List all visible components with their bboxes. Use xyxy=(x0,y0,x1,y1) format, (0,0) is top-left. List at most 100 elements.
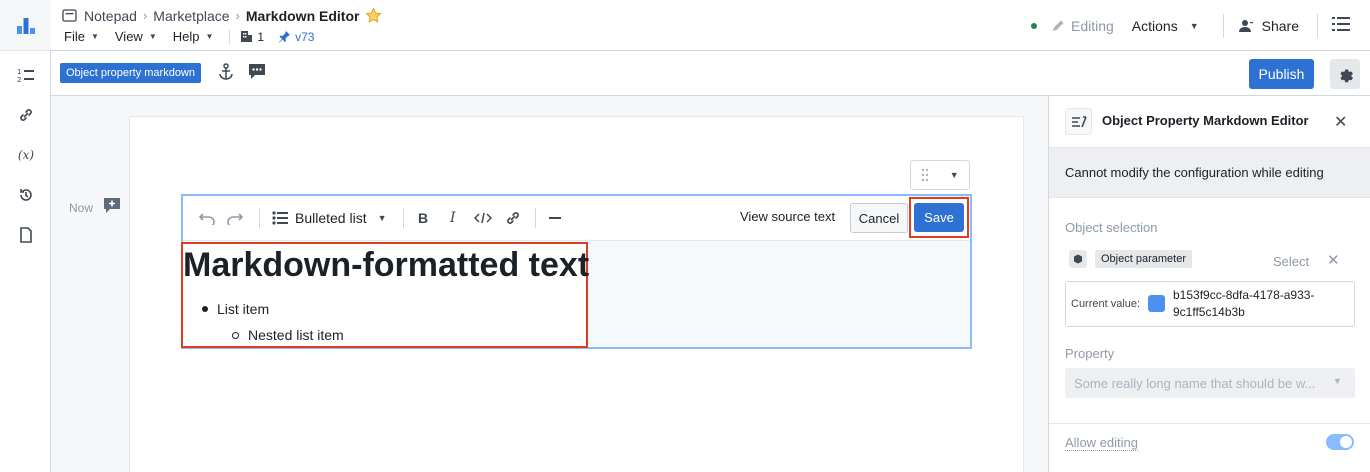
clear-icon[interactable]: ✕ xyxy=(1327,251,1340,269)
pencil-icon xyxy=(1052,20,1064,31)
anchor-icon[interactable] xyxy=(218,63,234,84)
redo-icon[interactable] xyxy=(226,208,244,228)
link-icon[interactable] xyxy=(13,102,39,128)
editing-label: Editing xyxy=(1070,17,1114,34)
numbered-list-icon[interactable]: 12 xyxy=(13,62,39,88)
allow-editing-toggle[interactable] xyxy=(1326,434,1354,450)
bulleted-list-icon xyxy=(272,211,288,225)
menu-file[interactable]: File ▼ xyxy=(64,29,99,44)
menu-bar: File ▼ View ▼ Help ▼ 1 v73 xyxy=(64,29,328,44)
caret-down-icon: ▼ xyxy=(1333,376,1342,386)
nested-list-item: Nested list item xyxy=(232,327,344,343)
editor-body[interactable]: Markdown-formatted text List item Nested… xyxy=(181,241,970,348)
bold-icon[interactable]: B xyxy=(418,208,428,228)
viewers-count-label: 1 xyxy=(257,29,265,44)
object-selection-label: Object selection xyxy=(1065,220,1158,235)
chevron-right-icon: › xyxy=(235,8,240,23)
chart-logo-icon xyxy=(16,18,35,34)
bullet-icon xyxy=(202,306,208,312)
nested-list-item-label: Nested list item xyxy=(248,327,344,343)
chevron-right-icon: › xyxy=(142,8,148,23)
save-button[interactable]: Save xyxy=(914,203,964,232)
property-select[interactable]: Some really long name that should be w..… xyxy=(1065,368,1355,398)
star-icon[interactable] xyxy=(365,7,383,24)
current-value: b153f9cc-8dfa-4178-a933-9c1ff5c14b3b xyxy=(1173,288,1315,319)
list-style-label: Bulleted list xyxy=(295,210,367,226)
svg-text:2: 2 xyxy=(17,76,21,83)
caret-down-icon: ▼ xyxy=(205,32,214,41)
undo-icon[interactable] xyxy=(198,208,216,228)
caret-down-icon: ▼ xyxy=(377,213,387,223)
allow-editing-label: Allow editing xyxy=(1065,435,1138,451)
document-icon[interactable] xyxy=(13,222,39,248)
widget-toolbar: Object property markdown Publish xyxy=(51,51,1370,96)
caret-down-icon: ▼ xyxy=(1189,20,1199,31)
left-rail: 12 (x) xyxy=(0,0,51,472)
italic-icon[interactable]: I xyxy=(450,208,456,228)
menu-file-label: File xyxy=(64,29,85,44)
panel-divider xyxy=(1049,423,1370,424)
list-item-label: List item xyxy=(217,301,270,317)
share-label: Share xyxy=(1261,17,1299,34)
cancel-button[interactable]: Cancel xyxy=(850,203,908,233)
timestamp-label: Now xyxy=(69,201,94,215)
widget-drag-handle[interactable]: ▼ xyxy=(910,160,970,190)
list-menu-icon[interactable] xyxy=(1332,16,1350,35)
history-icon[interactable] xyxy=(13,182,39,208)
breadcrumb-item-notepad[interactable]: Notepad xyxy=(84,8,137,24)
code-icon[interactable] xyxy=(474,208,492,228)
top-header: Notepad › Marketplace › Markdown Editor … xyxy=(51,0,1370,51)
select-button[interactable]: Select xyxy=(1273,254,1309,269)
add-comment-icon[interactable] xyxy=(103,197,121,217)
widget-type-tag[interactable]: Object property markdown xyxy=(60,63,201,83)
header-divider xyxy=(1222,13,1224,38)
breadcrumb-item-marketplace[interactable]: Marketplace xyxy=(153,8,229,24)
config-panel: Object Property Markdown Editor ✕ Cannot… xyxy=(1048,96,1370,472)
pin-icon xyxy=(279,31,291,43)
view-source-button[interactable]: View source text xyxy=(740,209,835,224)
caret-down-icon: ▼ xyxy=(90,32,99,41)
panel-title: Object Property Markdown Editor xyxy=(1102,113,1309,128)
editor-canvas: Now ▼ Bulleted list ▼ B I View source te… xyxy=(51,96,1048,472)
settings-button[interactable] xyxy=(1330,59,1360,89)
current-value-box: Current value: b153f9cc-8dfa-4178-a933-9… xyxy=(1065,281,1355,327)
publish-button[interactable]: Publish xyxy=(1249,59,1314,89)
toolbar-divider xyxy=(535,208,536,228)
drag-handle-icon xyxy=(922,168,929,182)
svg-text:1: 1 xyxy=(17,68,21,76)
markdown-heading: Markdown-formatted text xyxy=(183,246,590,284)
markdown-content-highlight: Markdown-formatted text List item Nested… xyxy=(181,242,590,348)
editing-status: Editing xyxy=(1051,18,1114,34)
menu-view[interactable]: View ▼ xyxy=(115,29,157,44)
page-title: Markdown Editor xyxy=(245,7,360,24)
horizontal-rule-icon[interactable] xyxy=(549,208,561,228)
status-dot xyxy=(1030,22,1037,29)
share-button[interactable]: Share xyxy=(1238,18,1299,34)
comment-icon[interactable] xyxy=(248,63,266,83)
notepad-icon xyxy=(62,9,77,22)
user-icon xyxy=(1238,19,1253,32)
gear-icon xyxy=(1340,69,1353,83)
menu-help[interactable]: Help ▼ xyxy=(173,29,214,44)
actions-menu[interactable]: Actions ▼ xyxy=(1132,18,1199,34)
toolbar-divider xyxy=(403,208,404,228)
circle-bullet-icon xyxy=(232,331,239,339)
version-link[interactable]: v73 xyxy=(278,30,314,44)
app-logo[interactable] xyxy=(0,0,51,51)
viewers-count[interactable]: 1 xyxy=(240,30,264,44)
object-parameter-tag: Object parameter xyxy=(1095,250,1192,268)
menu-view-label: View xyxy=(114,29,143,44)
menu-help-label: Help xyxy=(172,29,200,44)
link-icon[interactable] xyxy=(505,208,521,228)
panel-header: Object Property Markdown Editor ✕ xyxy=(1049,96,1370,148)
markdown-editor-icon xyxy=(1065,108,1092,135)
variable-icon[interactable]: (x) xyxy=(13,142,39,168)
version-label: v73 xyxy=(295,29,315,44)
menu-divider xyxy=(229,29,231,44)
object-cube-icon xyxy=(1148,295,1165,312)
current-value-label: Current value: xyxy=(1071,298,1141,310)
list-style-dropdown[interactable]: Bulleted list ▼ xyxy=(272,208,387,228)
panel-notice: Cannot modify the configuration while ed… xyxy=(1049,148,1370,198)
close-icon[interactable]: ✕ xyxy=(1334,112,1347,132)
editor-toolbar: Bulleted list ▼ B I View source text Can… xyxy=(183,196,970,241)
